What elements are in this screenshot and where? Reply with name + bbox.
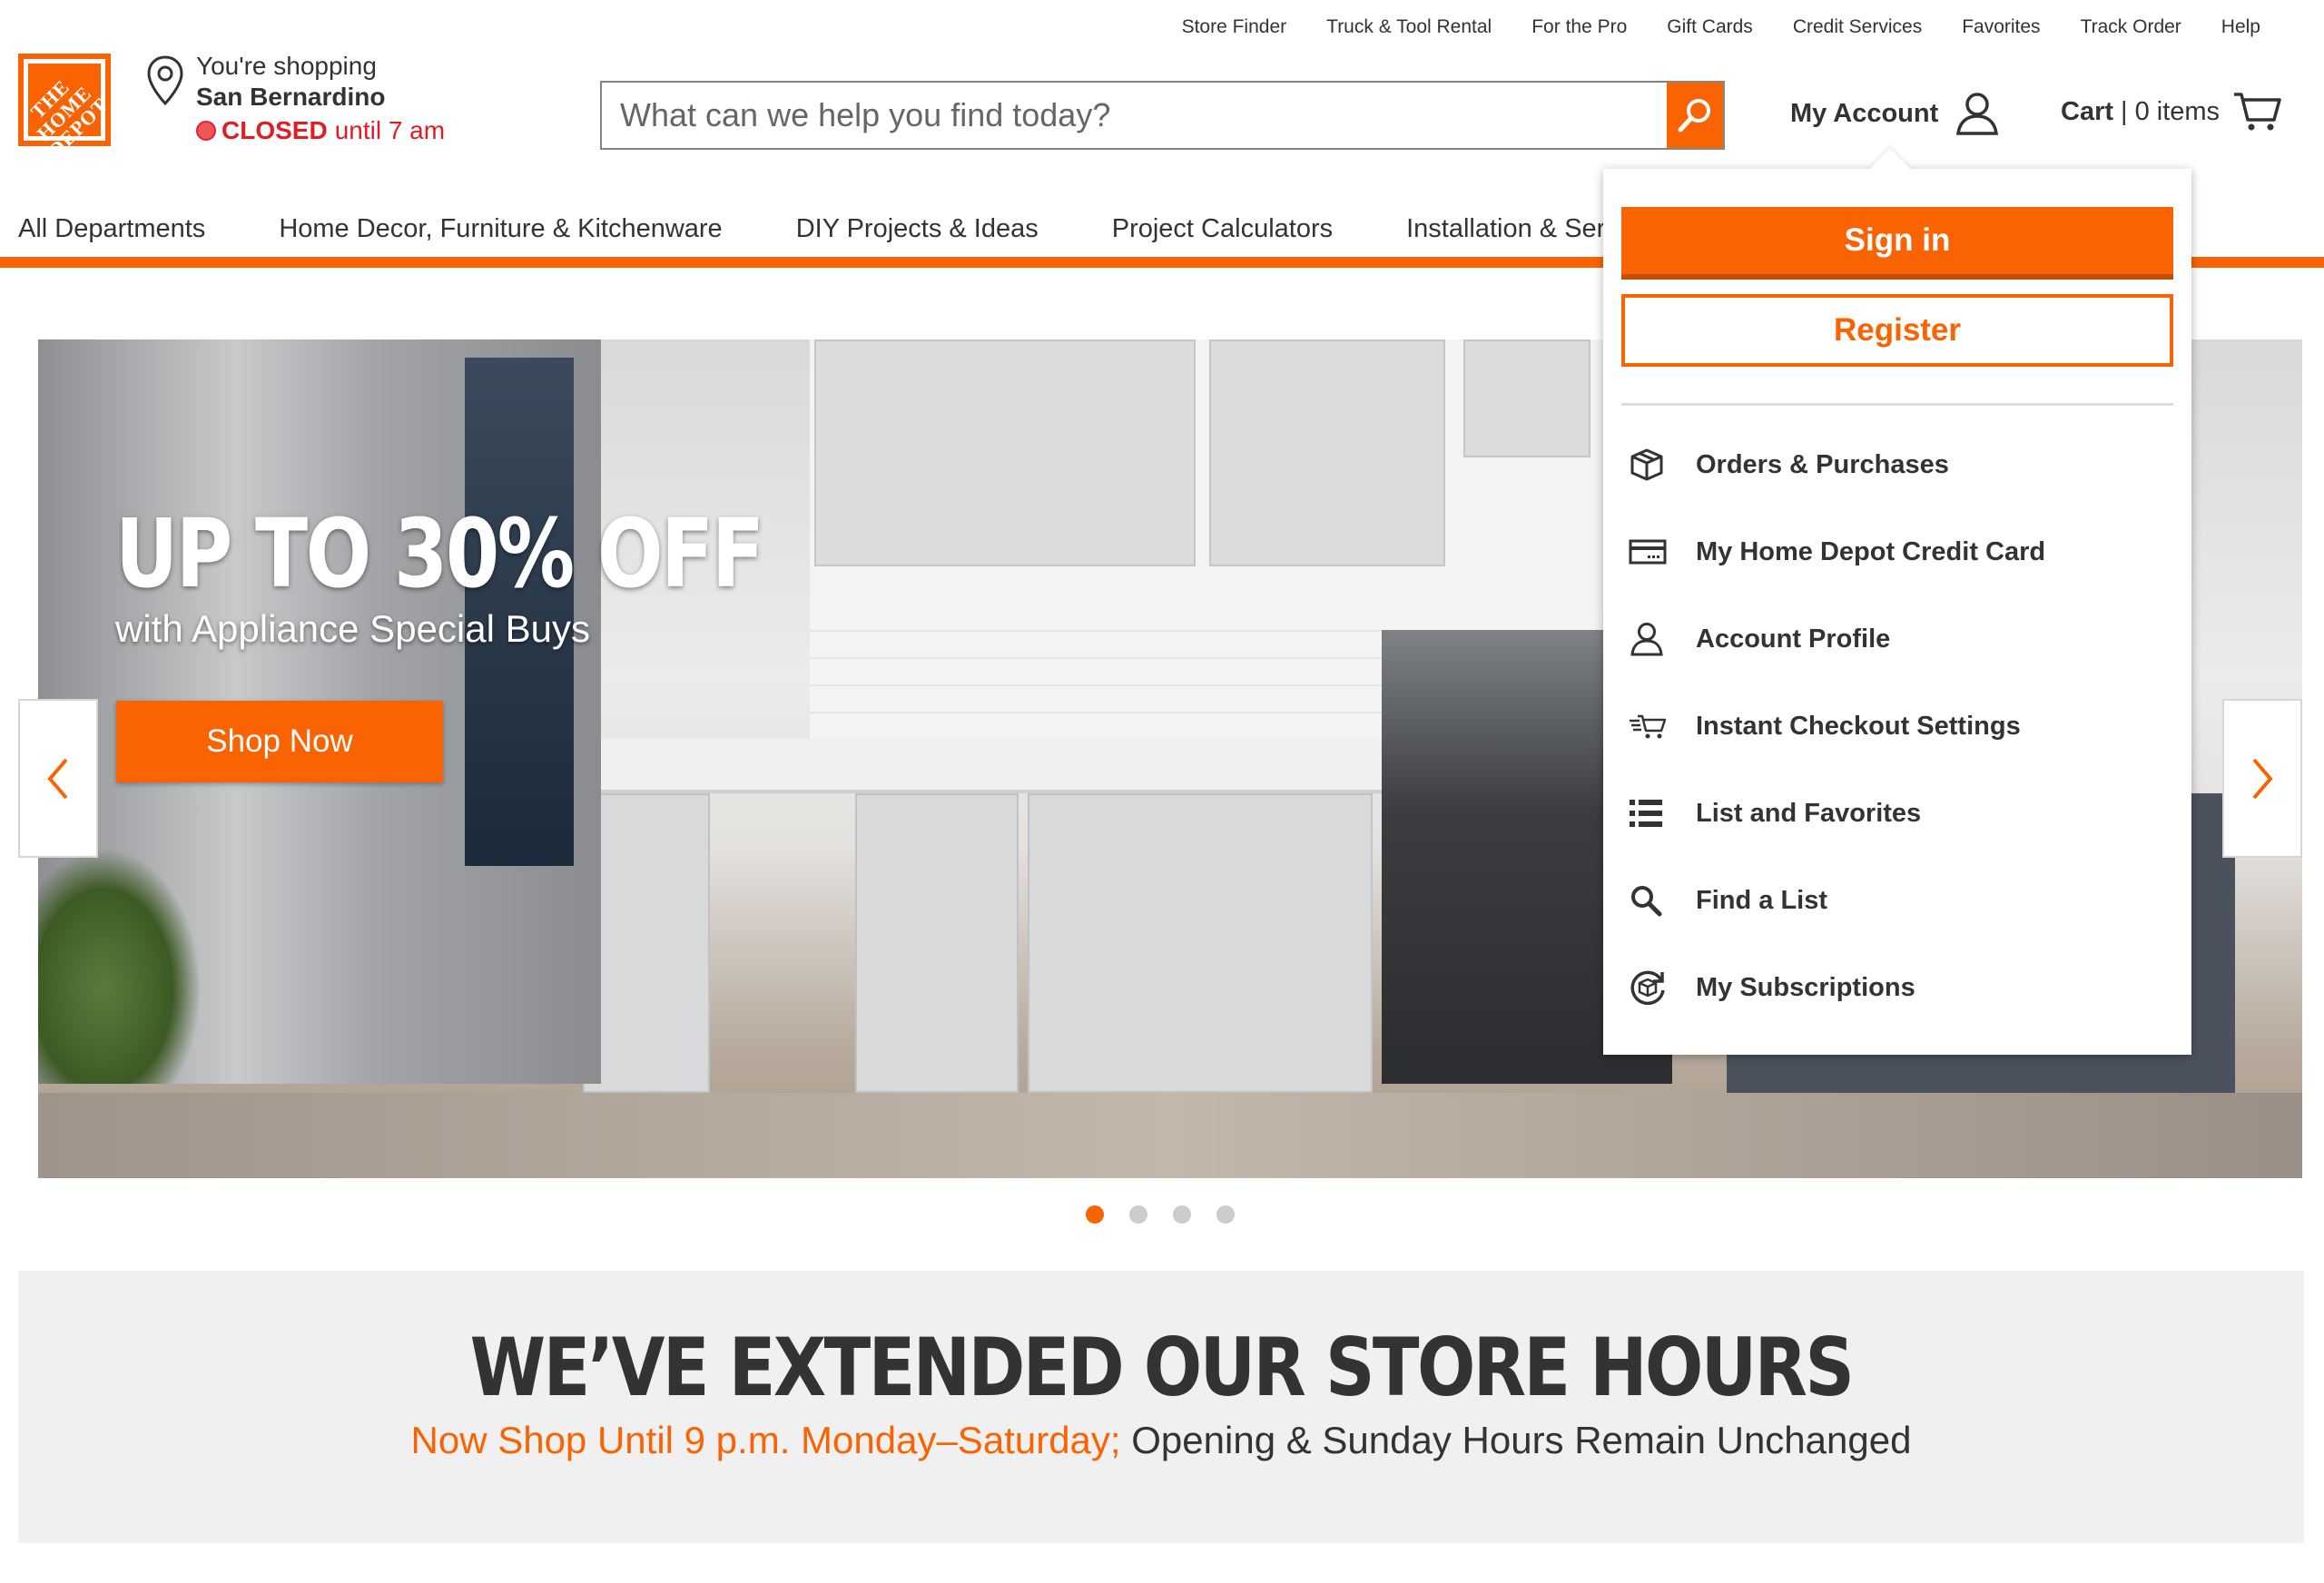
hero-bg-cabinet — [814, 339, 1196, 566]
credit-card-icon — [1621, 532, 1674, 572]
sign-in-button[interactable]: Sign in — [1621, 207, 2173, 280]
hours-subhead-highlight: Now Shop Until 9 p.m. Monday–Saturday; — [410, 1419, 1121, 1461]
cart-label: Cart — [2061, 96, 2114, 126]
shop-now-button[interactable]: Shop Now — [116, 701, 443, 782]
hours-subhead: Now Shop Until 9 p.m. Monday–Saturday; O… — [18, 1419, 2304, 1462]
hero-bg-plant — [38, 848, 202, 1084]
dropdown-divider — [1621, 403, 2173, 406]
carousel-dot[interactable] — [1216, 1205, 1235, 1224]
account-menu-label: Orders & Purchases — [1696, 449, 1949, 479]
carousel-next-button[interactable] — [2222, 699, 2302, 858]
hero-bg-floor — [38, 1093, 2302, 1178]
search-input[interactable] — [602, 83, 1667, 148]
hero-bg-lower-cabinet — [583, 793, 710, 1093]
my-account-button[interactable]: My Account — [1790, 91, 2000, 136]
account-menu-list: Orders & Purchases My Home Depot Credit … — [1621, 421, 2173, 1031]
carousel-dots — [1086, 1205, 1235, 1224]
util-link-gift-cards[interactable]: Gift Cards — [1667, 16, 1753, 38]
hero-bg-cabinet — [1463, 339, 1590, 457]
account-menu-list-favorites[interactable]: List and Favorites — [1621, 770, 2173, 857]
search-bar — [600, 81, 1725, 150]
store-hours-banner[interactable]: WE’VE EXTENDED OUR STORE HOURS Now Shop … — [18, 1271, 2304, 1543]
store-status: CLOSED until 7 am — [196, 113, 445, 149]
list-icon — [1621, 793, 1674, 833]
carousel-dot[interactable] — [1173, 1205, 1191, 1224]
hero-subhead: with Appliance Special Buys — [115, 607, 590, 650]
util-link-truck-tool-rental[interactable]: Truck & Tool Rental — [1326, 16, 1492, 38]
cart-count: 0 items — [2134, 96, 2221, 126]
location-pin-icon — [147, 55, 183, 106]
box-icon — [1621, 445, 1674, 485]
user-icon — [1621, 619, 1674, 659]
carousel-dot[interactable] — [1086, 1205, 1104, 1224]
cart-separator: | — [2121, 96, 2128, 126]
util-link-for-the-pro[interactable]: For the Pro — [1531, 16, 1627, 38]
store-name: San Bernardino — [196, 83, 386, 111]
fast-cart-icon — [1621, 706, 1674, 746]
search-button[interactable] — [1667, 83, 1723, 148]
account-menu-credit-card[interactable]: My Home Depot Credit Card — [1621, 508, 2173, 595]
account-menu-find-list[interactable]: Find a List — [1621, 857, 2173, 944]
util-link-track-order[interactable]: Track Order — [2081, 16, 2181, 38]
account-menu-label: Instant Checkout Settings — [1696, 711, 2021, 741]
account-menu-label: Account Profile — [1696, 624, 1891, 654]
hero-bg-lower-cabinet — [855, 793, 1019, 1093]
user-icon — [1956, 93, 1999, 135]
account-menu-label: My Subscriptions — [1696, 972, 1915, 1002]
hero-bg-cabinet — [1209, 339, 1445, 566]
util-link-credit-services[interactable]: Credit Services — [1793, 16, 1922, 38]
nav-home-decor[interactable]: Home Decor, Furniture & Kitchenware — [279, 214, 722, 244]
hours-subhead-rest: Opening & Sunday Hours Remain Unchanged — [1120, 1419, 1912, 1461]
cart-button[interactable]: Cart | 0 items — [2061, 91, 2281, 133]
account-menu-subscriptions[interactable]: My Subscriptions — [1621, 944, 2173, 1031]
store-prefix: You're shopping — [196, 52, 377, 80]
hero-bg-lower-cabinet — [1028, 793, 1373, 1093]
carousel-prev-button[interactable] — [18, 699, 98, 858]
carousel-dot[interactable] — [1129, 1205, 1147, 1224]
account-menu-orders[interactable]: Orders & Purchases — [1621, 421, 2173, 508]
chevron-right-icon — [2252, 758, 2273, 799]
hero-headline: UP TO 30% OFF — [115, 498, 764, 609]
hours-headline: WE’VE EXTENDED OUR STORE HOURS — [469, 1321, 1855, 1414]
register-button[interactable]: Register — [1621, 294, 2173, 367]
store-status-label: CLOSED — [222, 116, 328, 144]
account-dropdown: Sign in Register Orders & Purchases My H… — [1603, 148, 2191, 1055]
account-menu-label: My Home Depot Credit Card — [1696, 536, 2046, 566]
cart-icon — [2234, 93, 2281, 131]
util-link-help[interactable]: Help — [2221, 16, 2260, 38]
account-menu-label: Find a List — [1696, 885, 1827, 915]
search-icon — [1678, 99, 1710, 133]
search-icon — [1621, 880, 1674, 920]
home-depot-logo[interactable]: THE HOME DEPOT — [18, 54, 111, 146]
account-menu-profile[interactable]: Account Profile — [1621, 595, 2173, 683]
util-link-store-finder[interactable]: Store Finder — [1182, 16, 1287, 38]
subscription-icon — [1621, 968, 1674, 1008]
store-status-detail: until 7 am — [334, 116, 446, 144]
nav-diy-projects[interactable]: DIY Projects & Ideas — [796, 214, 1039, 244]
account-menu-label: List and Favorites — [1696, 798, 1922, 828]
utility-nav: Store Finder Truck & Tool Rental For the… — [1182, 16, 2260, 38]
dropdown-caret — [1869, 148, 1911, 190]
nav-project-calculators[interactable]: Project Calculators — [1112, 214, 1333, 244]
util-link-favorites[interactable]: Favorites — [1962, 16, 2040, 38]
closed-dot-icon — [196, 121, 216, 141]
my-account-label: My Account — [1790, 98, 1939, 128]
chevron-left-icon — [47, 758, 68, 799]
nav-all-departments[interactable]: All Departments — [18, 214, 205, 244]
account-menu-instant-checkout[interactable]: Instant Checkout Settings — [1621, 683, 2173, 770]
